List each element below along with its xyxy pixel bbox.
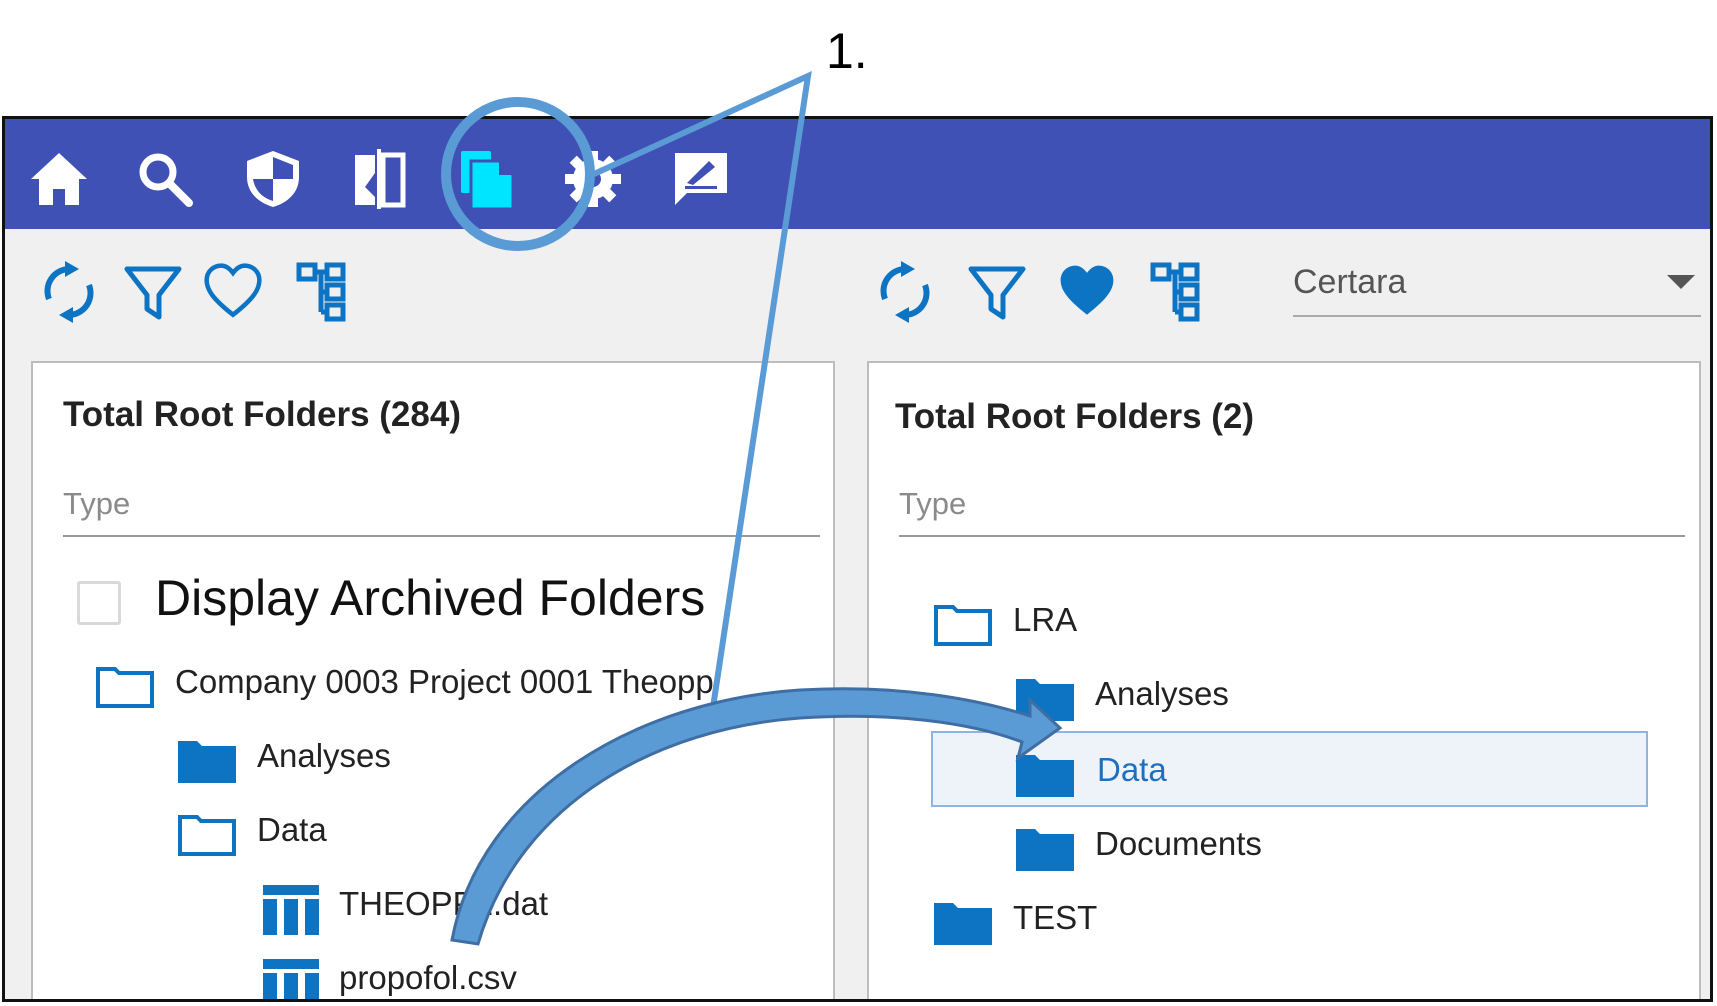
files-icon[interactable] [455,147,519,211]
tree-item-label: Analyses [257,737,391,774]
tree-item-test[interactable]: TEST [933,893,1333,949]
tree-item-label: Company 0003 Project 0001 Theopp [175,663,714,700]
folder-open-icon [96,667,154,708]
heart-outline-icon[interactable] [203,259,263,325]
refresh-icon[interactable] [875,259,935,325]
tree-item-label: TEST [1013,899,1098,936]
right-panel-title: Total Root Folders (2) [895,397,1255,436]
tree-item-label: propofol.csv [339,959,517,996]
right-type-input[interactable] [899,479,1685,529]
folder-icon [934,903,992,945]
heart-filled-icon[interactable] [1057,259,1117,325]
archived-folders-checkbox[interactable] [77,581,121,625]
callout-number: 1. [826,23,868,79]
tree-item-data-selected[interactable]: Data [1015,745,1415,801]
home-icon[interactable] [27,147,91,211]
app-window: Certara Total Root Folders (284) Display… [2,116,1713,1002]
tree-item-propofol-csv[interactable]: propofol.csv [263,953,663,999]
tree-item-lra[interactable]: LRA [933,595,1333,651]
folder-open-icon [178,815,236,856]
tree-item-label: Data [1097,751,1167,788]
tree-item-label: Analyses [1095,675,1229,712]
hierarchy-icon[interactable] [1149,259,1209,325]
refresh-icon[interactable] [39,259,99,325]
folder-icon [1016,829,1074,871]
search-icon[interactable] [133,147,197,211]
filter-icon[interactable] [967,259,1027,325]
tree-item-theopp2-dat[interactable]: THEOPP2.dat [263,879,663,935]
tree-item-label: THEOPP2.dat [339,885,549,922]
folder-icon [1016,755,1074,797]
tree-item-data[interactable]: Data [177,805,577,861]
folder-icon [1016,679,1074,721]
top-nav-bar [5,119,1710,229]
table-file-icon [263,959,319,999]
tenant-select-value: Certara [1293,263,1407,301]
tree-item-label: LRA [1013,601,1078,638]
archived-folders-label: Display Archived Folders [155,570,706,626]
shield-icon[interactable] [241,147,305,211]
tree-item-analyses[interactable]: Analyses [177,731,577,787]
compare-icon[interactable] [347,147,411,211]
hierarchy-icon[interactable] [295,259,355,325]
right-type-field [899,479,1685,537]
signature-icon[interactable] [669,147,733,211]
archived-folders-toggle[interactable]: Display Archived Folders [77,567,747,637]
left-type-field [63,479,820,537]
gear-icon[interactable] [561,147,625,211]
tree-item-analyses[interactable]: Analyses [1015,669,1415,725]
left-type-input[interactable] [63,479,820,529]
tenant-select[interactable]: Certara [1293,257,1701,317]
chevron-down-icon [1667,275,1695,289]
left-panel-title: Total Root Folders (284) [63,395,461,434]
tree-item-label: Data [257,811,327,848]
tree-item-documents[interactable]: Documents [1015,819,1415,875]
folder-icon [178,741,236,783]
table-file-icon [263,885,319,935]
tree-item-label: Documents [1095,825,1262,862]
folder-open-icon [934,605,992,646]
tree-item-company-project[interactable]: Company 0003 Project 0001 Theopp [95,657,745,713]
filter-icon[interactable] [123,259,183,325]
